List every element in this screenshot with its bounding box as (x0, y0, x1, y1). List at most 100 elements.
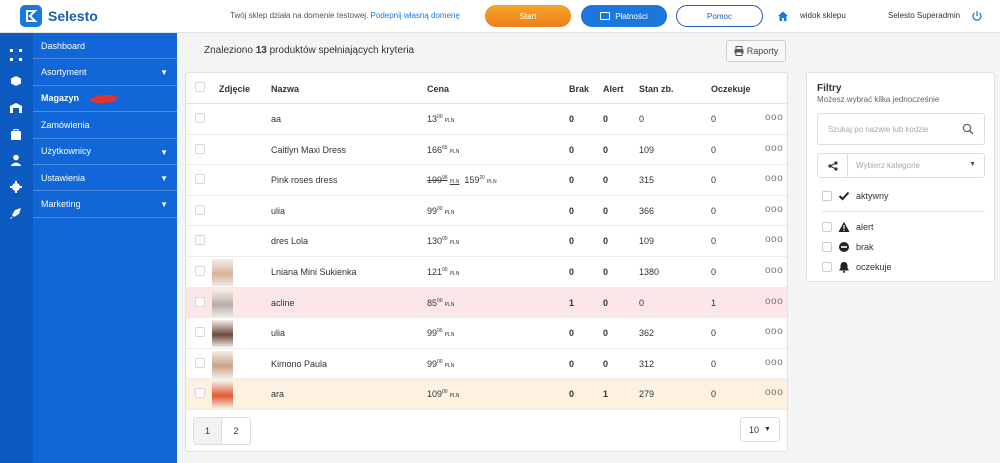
filter-missing[interactable]: brak (822, 240, 874, 254)
category-placeholder: Wybierz kategorie (856, 161, 920, 170)
product-name[interactable]: ulia (271, 328, 285, 338)
gear-icon[interactable] (10, 181, 22, 193)
row-checkbox[interactable] (195, 388, 205, 399)
product-name[interactable]: ara (271, 389, 284, 399)
row-checkbox[interactable] (195, 235, 205, 246)
table-row[interactable]: aa 1300PLN 0 0 0 0 ooo (186, 104, 787, 135)
product-name[interactable]: ulia (271, 206, 285, 216)
more-options-icon[interactable]: ooo (765, 387, 783, 398)
sidebar-item-settings[interactable]: Ustawienia ▼ (33, 165, 177, 192)
waiting-count: 0 (711, 358, 717, 369)
rocket-icon[interactable] (10, 207, 22, 219)
store-view-link[interactable]: widok sklepu (800, 11, 846, 20)
warehouse-icon[interactable] (10, 102, 22, 114)
row-checkbox[interactable] (195, 113, 205, 123)
help-button[interactable]: Pomoc (676, 5, 763, 27)
row-checkbox[interactable] (195, 174, 205, 185)
payments-button[interactable]: Płatności (581, 5, 667, 27)
product-thumbnail[interactable] (212, 259, 233, 286)
product-name[interactable]: Caitlyn Maxi Dress (271, 145, 346, 155)
chevron-down-icon: ▼ (160, 200, 168, 210)
table-row[interactable]: acline 8500PLN 1 0 0 1 ooo (186, 287, 787, 319)
more-options-icon[interactable]: ooo (765, 326, 783, 337)
table-row[interactable]: Caitlyn Maxi Dress 16665PLN 0 0 109 0 ooo (186, 135, 787, 166)
current-price: 13000PLN (427, 236, 460, 247)
row-checkbox[interactable] (195, 143, 205, 154)
product-search-input[interactable]: Szukaj po nazwie lub kodzie (817, 113, 985, 145)
column-missing[interactable]: Brak (569, 84, 589, 94)
logo-icon (20, 5, 42, 27)
page-button-1[interactable]: 1 (194, 418, 222, 444)
logo[interactable]: Selesto (20, 5, 98, 27)
users-icon[interactable] (10, 154, 22, 166)
more-options-icon[interactable]: ooo (765, 234, 783, 245)
row-checkbox[interactable] (195, 296, 205, 307)
missing-count: 0 (569, 236, 575, 247)
select-all-checkbox[interactable] (195, 82, 205, 92)
filter-checkbox[interactable] (822, 191, 832, 201)
sidebar-item-marketing[interactable]: Marketing ▼ (33, 191, 177, 218)
table-row[interactable]: ara 10900PLN 0 1 279 0 ooo (186, 379, 787, 410)
current-price: 8500PLN (427, 297, 455, 308)
product-name[interactable]: aa (271, 114, 281, 124)
more-options-icon[interactable]: ooo (765, 143, 783, 154)
row-checkbox[interactable] (195, 327, 205, 338)
filter-waiting[interactable]: oczekuje (822, 260, 892, 274)
sidebar-item-orders[interactable]: Zamówienia (33, 112, 177, 139)
product-name[interactable]: acline (271, 298, 295, 308)
sidebar-item-assortment[interactable]: Asortyment ▼ (33, 59, 177, 86)
more-options-icon[interactable]: ooo (765, 296, 783, 307)
per-page-select[interactable]: 10 ▼ (740, 417, 780, 442)
column-price[interactable]: Cena (427, 84, 449, 94)
product-thumbnail[interactable] (212, 320, 233, 348)
filter-active[interactable]: aktywny (822, 189, 889, 203)
more-options-icon[interactable]: ooo (765, 112, 783, 123)
filter-alert[interactable]: alert (822, 220, 874, 234)
sidebar-item-warehouse[interactable]: Magazyn (33, 86, 177, 113)
reports-button[interactable]: Raporty (726, 40, 786, 62)
column-name[interactable]: Nazwa (271, 84, 299, 94)
product-thumbnail[interactable] (212, 381, 233, 409)
table-row[interactable]: ulia 9900PLN 0 0 362 0 ooo (186, 318, 787, 349)
alert-count: 0 (603, 144, 609, 155)
category-select[interactable]: Wybierz kategorie ▼ (817, 153, 985, 178)
product-thumbnail[interactable] (212, 289, 233, 317)
product-name[interactable]: Lniana Mini Sukienka (271, 267, 357, 277)
more-options-icon[interactable]: ooo (765, 357, 783, 368)
column-waiting[interactable]: Oczekuje (711, 84, 751, 94)
user-name[interactable]: Selesto Superadmin (888, 11, 960, 20)
product-name[interactable]: dres Lola (271, 236, 308, 246)
table-row[interactable]: Pink roses dress 19998PLN 15920PLN 0 0 315 0 o… (186, 165, 787, 196)
sidebar-item-dashboard[interactable]: Dashboard (33, 33, 177, 60)
table-row[interactable]: ulia 9900PLN 0 0 366 0 ooo (186, 196, 787, 227)
filter-checkbox[interactable] (822, 242, 832, 252)
current-price: 16665PLN (427, 144, 460, 155)
table-row[interactable]: Lniana Mini Sukienka 12100PLN 0 0 1380 0 ooo (186, 257, 787, 288)
filter-checkbox[interactable] (822, 262, 832, 272)
start-button[interactable]: Start (485, 5, 571, 27)
row-checkbox[interactable] (195, 357, 205, 368)
search-icon[interactable] (962, 123, 974, 135)
home-icon[interactable] (777, 10, 789, 22)
connect-domain-link[interactable]: Podepnij własną domenę (371, 11, 460, 20)
product-name[interactable]: Pink roses dress (271, 175, 338, 185)
box-icon[interactable] (10, 75, 22, 87)
page-button-2[interactable]: 2 (222, 418, 250, 444)
table-row[interactable]: Kimono Paula 9900PLN 0 0 312 0 ooo (186, 349, 787, 380)
sidebar-item-users[interactable]: Użytkownicy ▼ (33, 139, 177, 165)
table-row[interactable]: dres Lola 13000PLN 0 0 109 0 ooo (186, 226, 787, 257)
column-alert[interactable]: Alert (603, 84, 624, 94)
row-checkbox[interactable] (195, 204, 205, 215)
more-options-icon[interactable]: ooo (765, 265, 783, 276)
filter-checkbox[interactable] (822, 222, 832, 232)
product-thumbnail[interactable] (212, 350, 233, 378)
more-options-icon[interactable]: ooo (765, 204, 783, 215)
alert-count: 0 (603, 297, 609, 308)
row-checkbox[interactable] (195, 266, 205, 276)
power-icon[interactable] (971, 10, 983, 22)
product-name[interactable]: Kimono Paula (271, 359, 327, 369)
more-options-icon[interactable]: ooo (765, 173, 783, 184)
column-stock[interactable]: Stan zb. (639, 84, 674, 94)
bag-icon[interactable] (10, 128, 22, 140)
dashboard-icon[interactable] (10, 49, 22, 61)
